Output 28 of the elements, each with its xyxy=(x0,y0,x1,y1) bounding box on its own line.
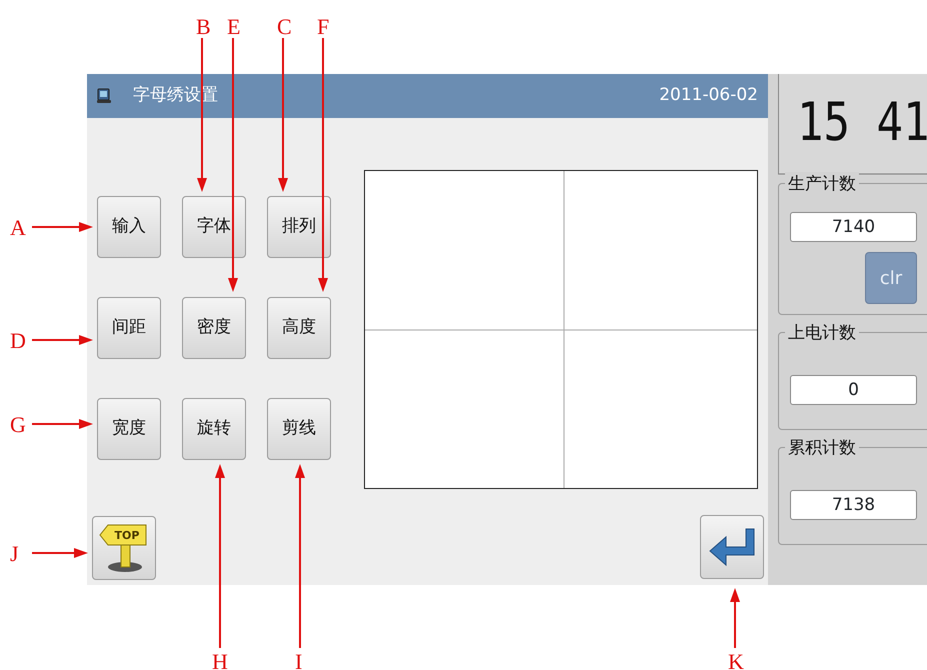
sign-text: TOP xyxy=(114,528,140,544)
function-button[interactable]: 间距 xyxy=(97,297,161,359)
clock-display: 15 41 xyxy=(778,74,927,175)
callout-letter: H xyxy=(212,651,228,670)
callout-letter: I xyxy=(295,651,302,670)
window-title: 字母绣设置 xyxy=(133,84,218,108)
callout-letter: E xyxy=(227,16,240,38)
callout-letter: F xyxy=(317,16,330,38)
function-button[interactable]: 剪线 xyxy=(267,398,331,460)
top-button[interactable]: TOP xyxy=(92,516,156,580)
callout-letter: C xyxy=(277,16,292,38)
callout-letter: B xyxy=(196,16,211,38)
callout-letter: J xyxy=(10,543,19,565)
function-button[interactable]: 密度 xyxy=(182,297,246,359)
counter-field: 7138 xyxy=(790,490,917,520)
callout-letter: D xyxy=(10,330,26,352)
function-button[interactable]: 排列 xyxy=(267,196,331,258)
function-button[interactable]: 宽度 xyxy=(97,398,161,460)
function-button[interactable]: 字体 xyxy=(182,196,246,258)
counter-field: 7140 xyxy=(790,212,917,242)
function-button[interactable]: 输入 xyxy=(97,196,161,258)
function-button[interactable]: 高度 xyxy=(267,297,331,359)
function-button[interactable]: 旋转 xyxy=(182,398,246,460)
counter-field: 0 xyxy=(790,375,917,405)
date-label: 2011-06-02 xyxy=(659,84,758,108)
callout-letter: G xyxy=(10,414,26,436)
callout-letter: A xyxy=(10,217,26,239)
callout-letter: K xyxy=(728,651,744,670)
